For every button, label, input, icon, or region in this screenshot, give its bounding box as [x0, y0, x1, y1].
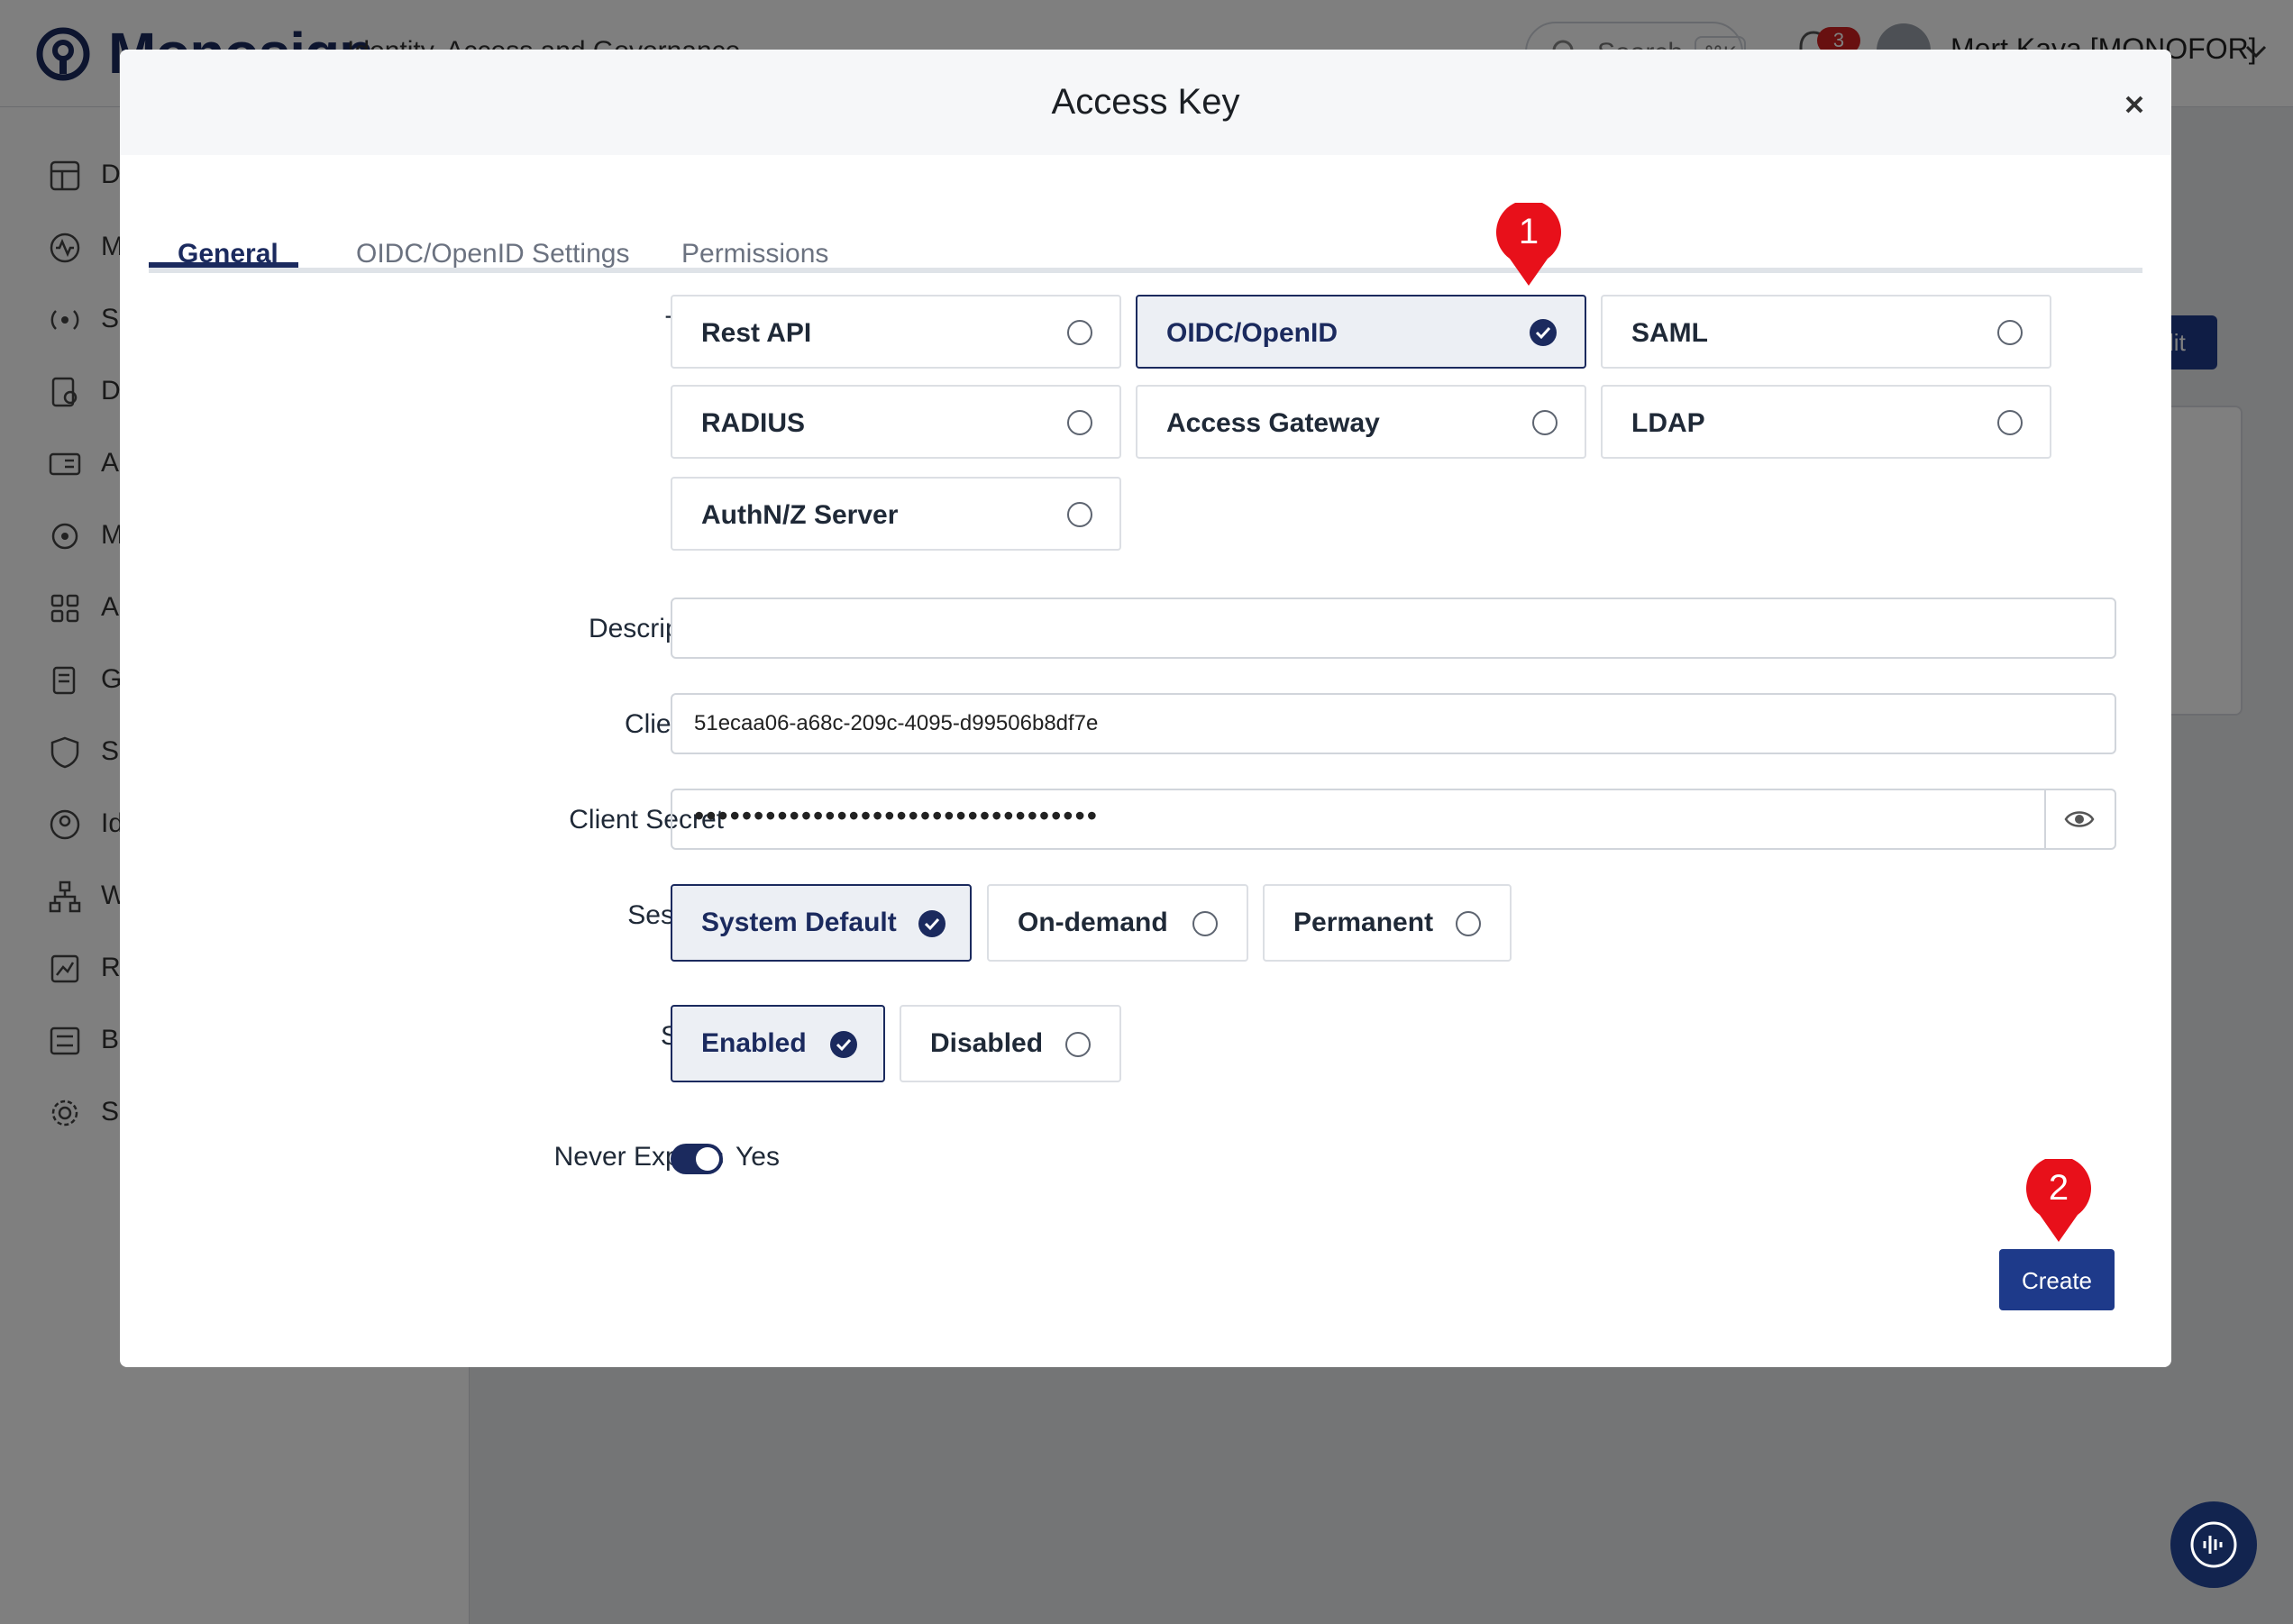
tab-oidc-settings[interactable]: OIDC/OpenID Settings [356, 239, 629, 269]
check-circle-icon [830, 1031, 857, 1058]
type-option-authnz-server[interactable]: AuthN/Z Server [671, 477, 1121, 551]
session-option-permanent[interactable]: Permanent [1263, 884, 1512, 962]
session-option-system-default[interactable]: System Default [671, 884, 972, 962]
modal-title: Access Key [1051, 82, 1240, 122]
step-marker-number: 2 [2048, 1168, 2069, 1208]
description-input[interactable] [671, 598, 2116, 659]
never-expires-toggle[interactable] [671, 1144, 723, 1174]
radio-icon [1997, 410, 2023, 435]
step-marker-1: 1 [1495, 199, 1562, 287]
session-label: Session [363, 900, 724, 931]
radio-icon [1067, 502, 1092, 527]
type-label: Type [363, 311, 724, 342]
radio-icon [1067, 410, 1092, 435]
option-label: Disabled [930, 1028, 1044, 1058]
radio-icon [1065, 1032, 1091, 1057]
never-expires-label: Never Expires [553, 1142, 724, 1172]
option-label: SAML [1631, 318, 1708, 348]
active-tab-indicator [149, 262, 298, 268]
type-option-access-gateway[interactable]: Access Gateway [1136, 385, 1586, 459]
close-icon[interactable] [2117, 87, 2151, 122]
option-label: Rest API [701, 318, 812, 348]
access-key-modal: Access Key General OIDC/OpenID Settings … [120, 50, 2171, 1367]
option-label: LDAP [1631, 408, 1705, 438]
client-secret-value: •••••••••••••••••••••••••••••••••• [694, 799, 1099, 832]
radio-icon [1456, 911, 1481, 936]
option-label: AuthN/Z Server [701, 500, 899, 530]
state-option-disabled[interactable]: Disabled [900, 1005, 1121, 1082]
client-secret-input[interactable]: •••••••••••••••••••••••••••••••••• [671, 789, 2116, 850]
tab-bar: General OIDC/OpenID Settings Permissions [149, 203, 2142, 273]
never-expires-value: Yes [735, 1142, 780, 1172]
option-label: RADIUS [701, 408, 806, 438]
step-marker-2: 2 [2025, 1155, 2092, 1244]
session-option-on-demand[interactable]: On-demand [987, 884, 1248, 962]
chat-assistant-button[interactable] [2170, 1501, 2257, 1588]
check-circle-icon [1530, 319, 1557, 346]
eye-icon [2064, 811, 2095, 827]
toggle-knob [696, 1147, 719, 1171]
assistant-waveform-icon [2190, 1521, 2237, 1568]
step-marker-number: 1 [1518, 212, 1539, 251]
option-label: OIDC/OpenID [1166, 318, 1338, 348]
option-label: Enabled [701, 1028, 807, 1058]
radio-icon [1067, 320, 1092, 345]
type-option-saml[interactable]: SAML [1601, 295, 2051, 369]
check-circle-icon [918, 910, 946, 937]
state-option-enabled[interactable]: Enabled [671, 1005, 885, 1082]
description-label: Description [588, 614, 724, 643]
client-secret-label: Client Secret [569, 805, 724, 835]
type-option-oidc[interactable]: OIDC/OpenID [1136, 295, 1586, 369]
tab-permissions[interactable]: Permissions [681, 239, 828, 269]
option-label: Permanent [1293, 908, 1434, 937]
option-label: On-demand [1018, 908, 1168, 937]
type-option-radius[interactable]: RADIUS [671, 385, 1121, 459]
client-id-label: Client Id [624, 709, 724, 739]
type-option-rest-api[interactable]: Rest API [671, 295, 1121, 369]
option-label: System Default [701, 908, 897, 937]
radio-icon [1997, 320, 2023, 345]
toggle-secret-visibility-button[interactable] [2044, 790, 2115, 848]
type-option-ldap[interactable]: LDAP [1601, 385, 2051, 459]
create-button[interactable]: Create [1999, 1249, 2115, 1310]
radio-icon [1192, 911, 1218, 936]
state-label: State [363, 1021, 724, 1052]
client-id-input[interactable] [671, 693, 2116, 754]
option-label: Access Gateway [1166, 408, 1380, 438]
modal-header: Access Key [120, 50, 2171, 155]
radio-icon [1532, 410, 1558, 435]
